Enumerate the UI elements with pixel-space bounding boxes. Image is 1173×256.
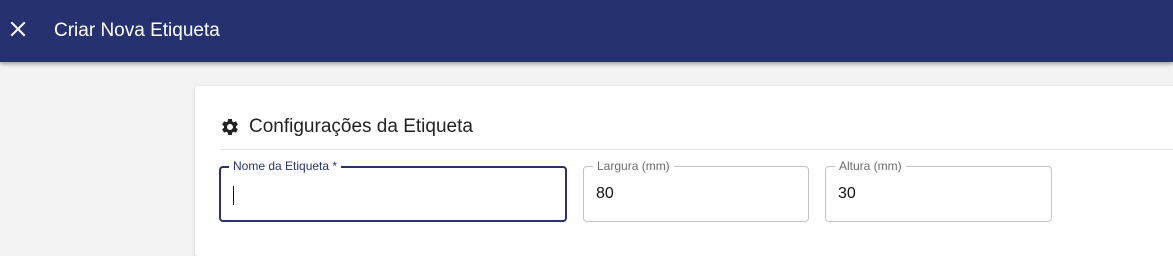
page-title: Criar Nova Etiqueta: [54, 20, 220, 41]
gear-icon: [220, 117, 240, 137]
height-input[interactable]: [838, 167, 1018, 221]
app-bar: Criar Nova Etiqueta: [0, 0, 1173, 62]
close-icon: [10, 21, 26, 42]
section-title: Configurações da Etiqueta: [249, 116, 473, 137]
divider: [220, 149, 1173, 150]
close-button[interactable]: [4, 13, 32, 49]
section-header: Configurações da Etiqueta: [220, 114, 473, 140]
label-name-field[interactable]: Nome da Etiqueta *: [219, 159, 567, 222]
width-field[interactable]: Largura (mm): [583, 159, 809, 222]
label-name-input[interactable]: [233, 168, 413, 222]
width-input[interactable]: [596, 167, 776, 221]
height-field[interactable]: Altura (mm): [825, 159, 1052, 222]
label-settings-card: Configurações da Etiqueta Nome da Etique…: [195, 86, 1173, 256]
